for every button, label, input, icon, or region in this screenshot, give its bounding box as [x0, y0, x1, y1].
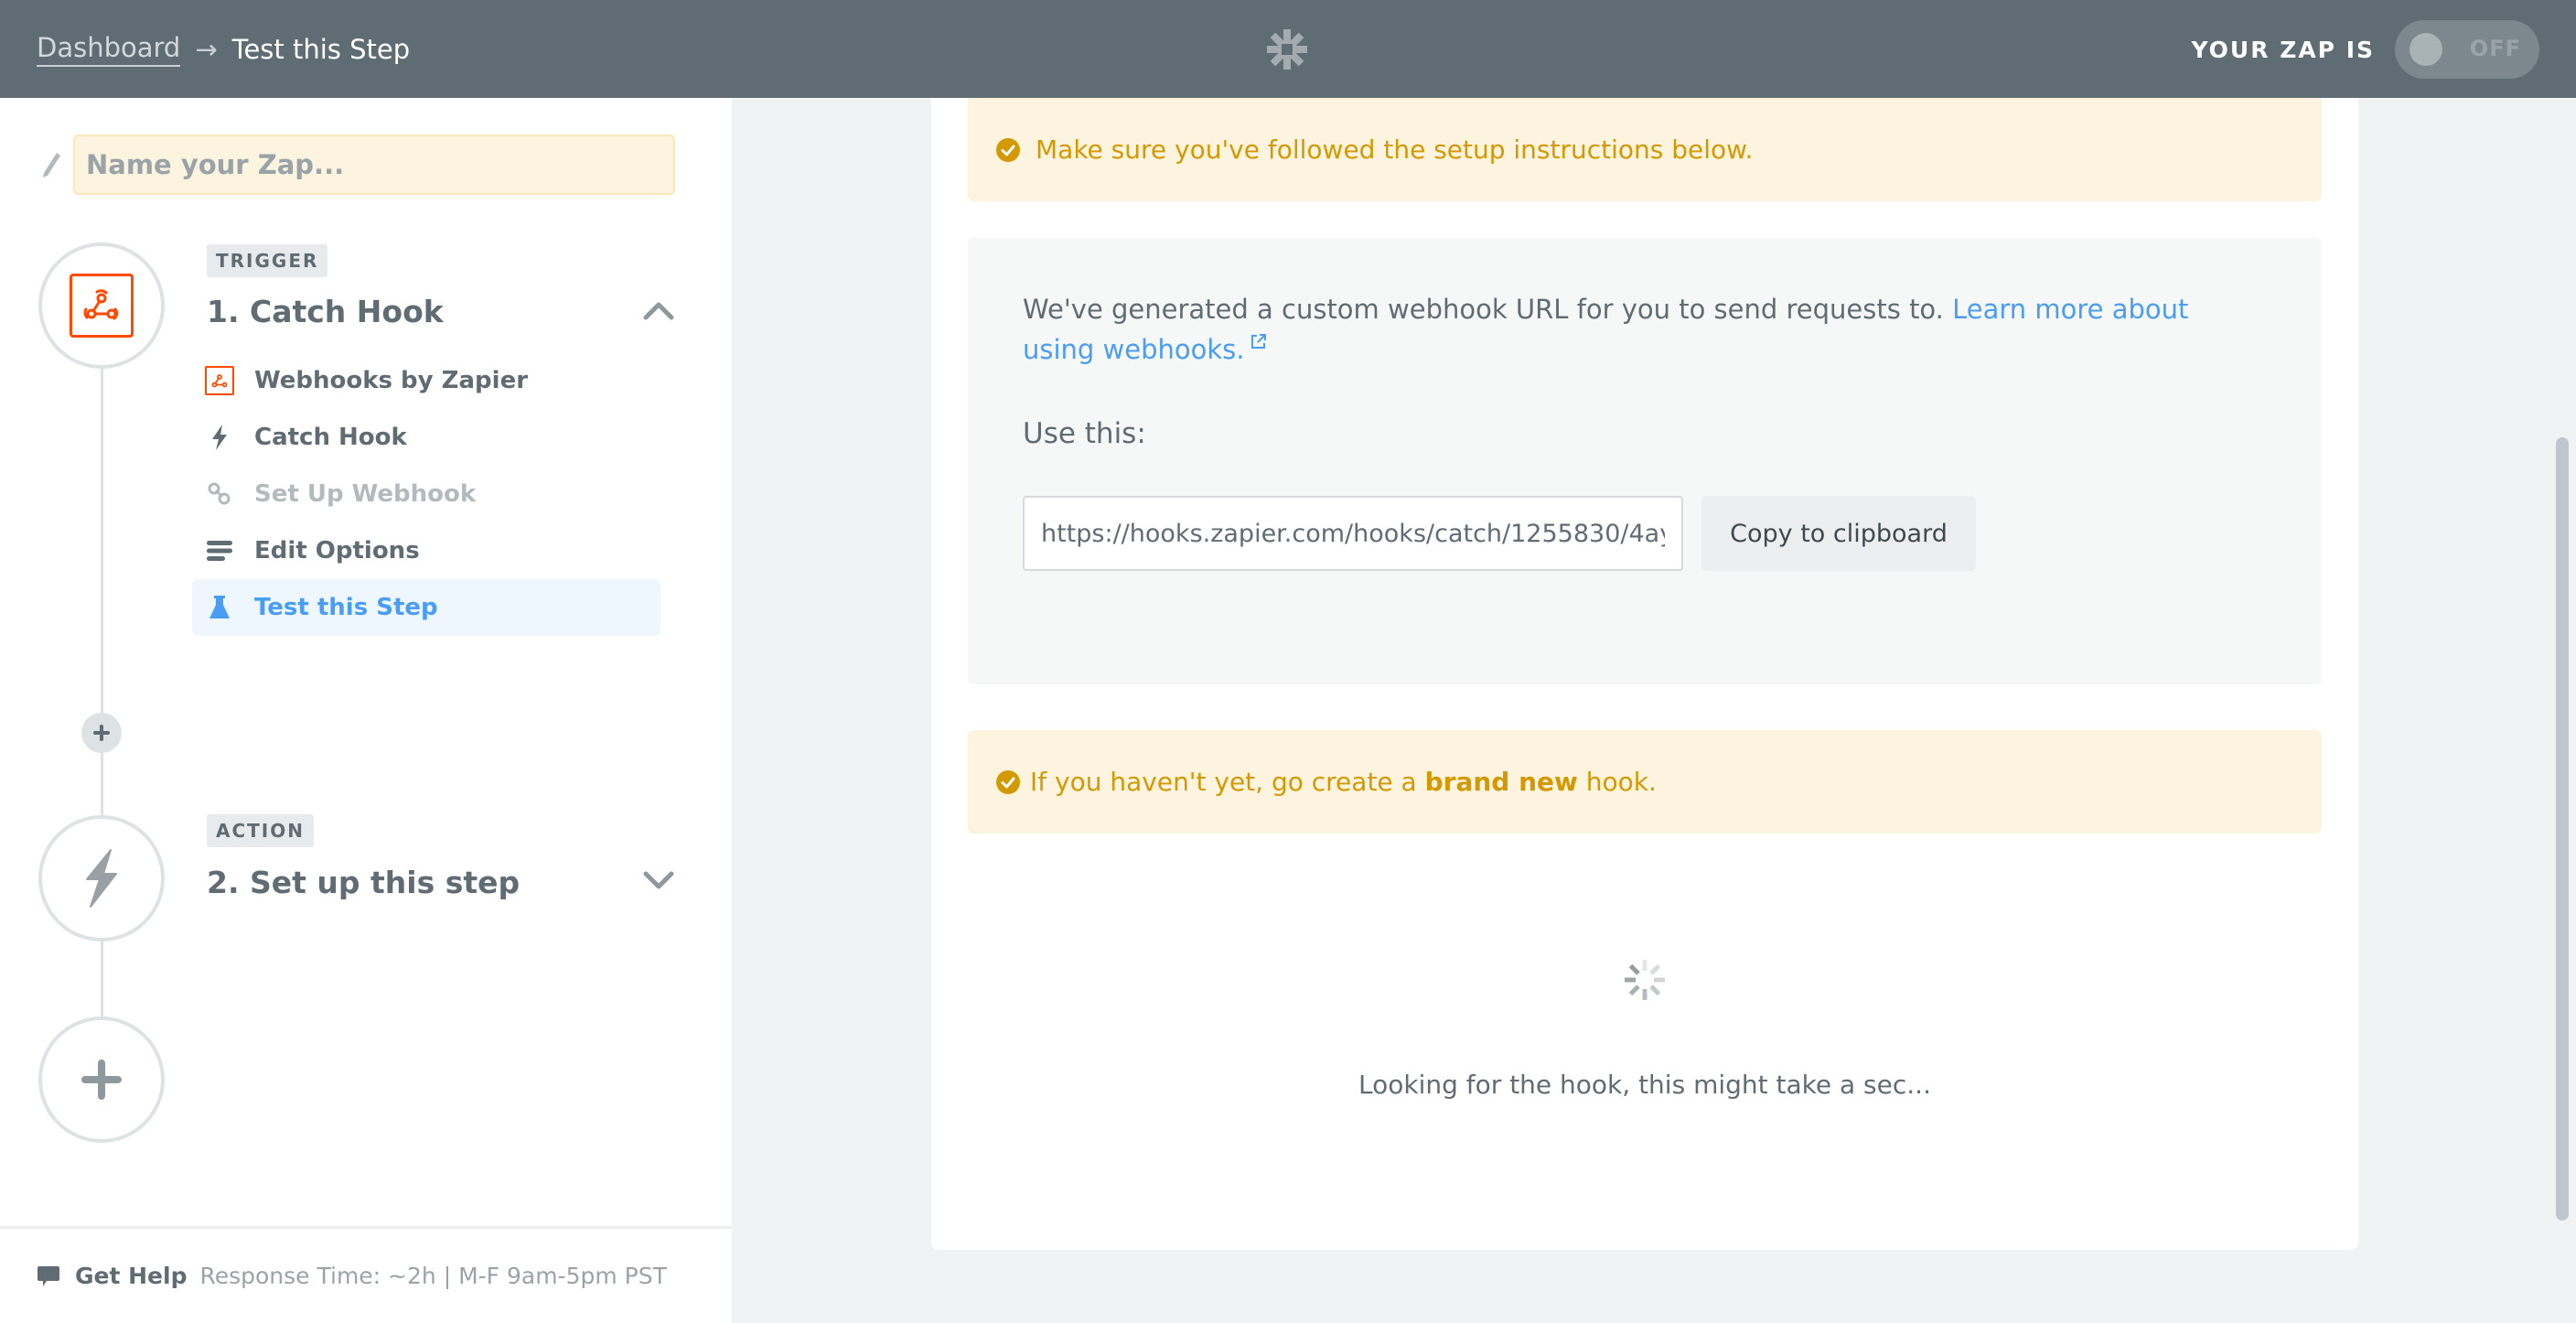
substep-set-up-webhook[interactable]: Set Up Webhook	[192, 466, 660, 522]
breadcrumb: Dashboard → Test this Step	[37, 31, 410, 67]
substep-choose-app[interactable]: Webhooks by Zapier	[192, 352, 660, 409]
external-link-icon	[1250, 334, 1266, 349]
webhook-app-icon	[205, 366, 234, 395]
plus-icon	[93, 725, 110, 741]
pencil-icon	[43, 153, 60, 177]
flask-icon	[205, 593, 234, 622]
action-badge: ACTION	[207, 814, 314, 847]
timeline-connector	[101, 941, 103, 1016]
url-row: Copy to clipboard	[1023, 496, 2267, 571]
plus-icon	[81, 1059, 122, 1100]
timeline-connector	[101, 369, 103, 713]
bolt-icon	[205, 423, 234, 452]
main-scrollbar[interactable]	[2552, 98, 2572, 1323]
webhook-url-input[interactable]	[1023, 496, 1683, 571]
substep-choose-trigger[interactable]: Catch Hook	[192, 409, 660, 466]
alert-text: If you haven't yet, go create a brand ne…	[1030, 767, 1657, 797]
get-help-link[interactable]: Get Help	[75, 1263, 187, 1289]
use-this-label: Use this:	[1023, 417, 1146, 450]
top-header: Dashboard → Test this Step YOUR ZAP IS O…	[0, 0, 2576, 98]
check-circle-icon	[996, 769, 1020, 794]
breadcrumb-arrow: →	[195, 33, 218, 65]
toggle-state-text: OFF	[2469, 36, 2521, 61]
substep-test-this-step[interactable]: Test this Step	[192, 579, 660, 636]
zap-status: YOUR ZAP IS OFF	[2191, 20, 2539, 79]
action-step-circle[interactable]	[38, 815, 165, 941]
trigger-step-circle[interactable]	[38, 242, 165, 369]
substep-edit-options[interactable]: Edit Options	[192, 522, 660, 579]
trigger-badge: TRIGGER	[207, 244, 328, 277]
alert-text: Make sure you've followed the setup inst…	[1036, 134, 1754, 165]
loading-text: Looking for the hook, this might take a …	[1358, 1070, 1931, 1100]
zap-name-row	[40, 134, 675, 195]
bolt-icon	[86, 849, 117, 908]
alert-emphasis: brand new	[1424, 767, 1578, 797]
chat-bubble-icon	[38, 1265, 59, 1286]
lines-icon	[205, 536, 234, 565]
insert-step-button[interactable]	[81, 713, 122, 753]
zap-on-off-toggle[interactable]: OFF	[2395, 20, 2539, 79]
add-step-button[interactable]	[38, 1016, 165, 1143]
zap-name-input[interactable]	[73, 134, 675, 195]
check-circle-icon	[996, 137, 1020, 162]
scrollbar-thumb[interactable]	[2556, 437, 2569, 1221]
help-response-time: Response Time: ~2h | M-F 9am-5pm PST	[199, 1263, 667, 1289]
copy-to-clipboard-button[interactable]: Copy to clipboard	[1701, 496, 1976, 571]
trigger-substeps: Webhooks by Zapier Catch Hook Set Up Web…	[192, 352, 660, 636]
create-hook-alert: If you haven't yet, go create a brand ne…	[968, 730, 2322, 834]
substep-label: Webhooks by Zapier	[254, 367, 529, 394]
webhook-description: We've generated a custom webhook URL for…	[1023, 289, 2194, 370]
sidebar: TRIGGER 1. Catch Hook Webhooks by Zapier…	[0, 98, 732, 1323]
action-step-title[interactable]: 2. Set up this step	[207, 865, 520, 900]
webhook-description-text: We've generated a custom webhook URL for…	[1023, 294, 1944, 325]
trigger-step-title[interactable]: 1. Catch Hook	[207, 294, 444, 329]
substep-label: Catch Hook	[254, 424, 407, 451]
toggle-knob	[2410, 33, 2442, 66]
chevron-down-icon[interactable]	[640, 866, 677, 894]
zapier-asterisk-icon[interactable]	[1265, 27, 1309, 71]
timeline-connector	[101, 753, 103, 815]
breadcrumb-dashboard-link[interactable]: Dashboard	[37, 31, 181, 67]
substep-label: Set Up Webhook	[254, 480, 477, 508]
loading-state: Looking for the hook, this might take a …	[931, 958, 2358, 1100]
setup-instructions-alert: Make sure you've followed the setup inst…	[968, 98, 2322, 201]
substep-label: Edit Options	[254, 537, 420, 565]
loading-spinner-icon	[1625, 960, 1665, 1000]
link-icon	[205, 479, 234, 509]
zap-status-label: YOUR ZAP IS	[2191, 36, 2375, 63]
breadcrumb-current: Test this Step	[231, 33, 411, 65]
main-content-card: Make sure you've followed the setup inst…	[931, 98, 2358, 1250]
webhook-url-panel: We've generated a custom webhook URL for…	[968, 238, 2322, 684]
sidebar-footer: Get Help Response Time: ~2h | M-F 9am-5p…	[0, 1226, 732, 1323]
webhook-icon	[70, 274, 134, 338]
chevron-up-icon[interactable]	[640, 297, 677, 325]
substep-label: Test this Step	[254, 594, 438, 621]
